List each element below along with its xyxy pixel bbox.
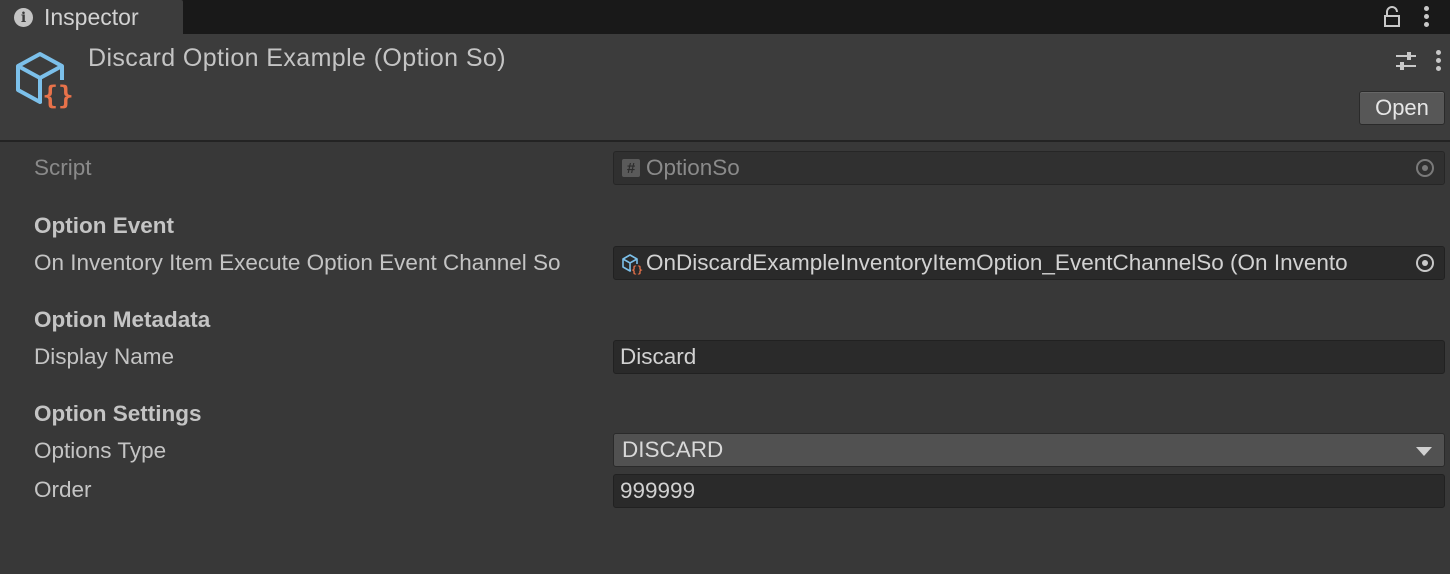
tab-bar: i Inspector <box>0 0 1450 34</box>
svg-text:{}: {} <box>42 81 73 110</box>
order-input[interactable]: 999999 <box>613 474 1445 508</box>
header-menu-icon[interactable] <box>1435 50 1441 71</box>
tab-menu-icon[interactable] <box>1423 6 1429 27</box>
scriptable-object-small-icon: {} <box>622 254 643 275</box>
section-option-event: Option Event <box>34 213 174 238</box>
script-label: Script <box>34 155 92 180</box>
order-label: Order <box>34 477 92 502</box>
event-channel-picker-icon[interactable] <box>1406 247 1444 279</box>
display-name-value: Discard <box>620 344 697 369</box>
event-channel-value: OnDiscardExampleInventoryItemOption_Even… <box>646 250 1348 275</box>
script-icon: # <box>622 159 640 177</box>
presets-icon[interactable] <box>1394 50 1418 72</box>
script-value: OptionSo <box>646 155 740 180</box>
section-option-settings: Option Settings <box>34 401 202 426</box>
options-type-label: Options Type <box>34 438 167 463</box>
script-field: # OptionSo <box>613 151 1445 185</box>
display-name-label: Display Name <box>34 344 175 369</box>
chevron-down-icon <box>1416 447 1432 456</box>
event-channel-label: On Inventory Item Execute Option Event C… <box>34 250 561 275</box>
event-channel-field[interactable]: {} OnDiscardExampleInventoryItemOption_E… <box>613 246 1445 280</box>
display-name-input[interactable]: Discard <box>613 340 1445 374</box>
tab-inspector[interactable]: i Inspector <box>0 0 183 34</box>
options-type-dropdown[interactable]: DISCARD <box>613 433 1445 467</box>
scriptable-object-icon: {} <box>16 52 74 110</box>
options-type-value: DISCARD <box>622 437 724 462</box>
tab-label: Inspector <box>44 4 139 30</box>
script-picker-icon <box>1406 152 1444 184</box>
svg-text:{}: {} <box>631 265 643 275</box>
info-icon: i <box>14 8 33 27</box>
open-button[interactable]: Open <box>1359 91 1445 125</box>
section-option-metadata: Option Metadata <box>34 307 211 332</box>
lock-icon[interactable] <box>1382 6 1402 28</box>
inspector-header: {} Discard Option Example (Option So) Op… <box>0 34 1450 142</box>
asset-title: Discard Option Example (Option So) <box>88 44 506 72</box>
order-value: 999999 <box>620 478 696 503</box>
